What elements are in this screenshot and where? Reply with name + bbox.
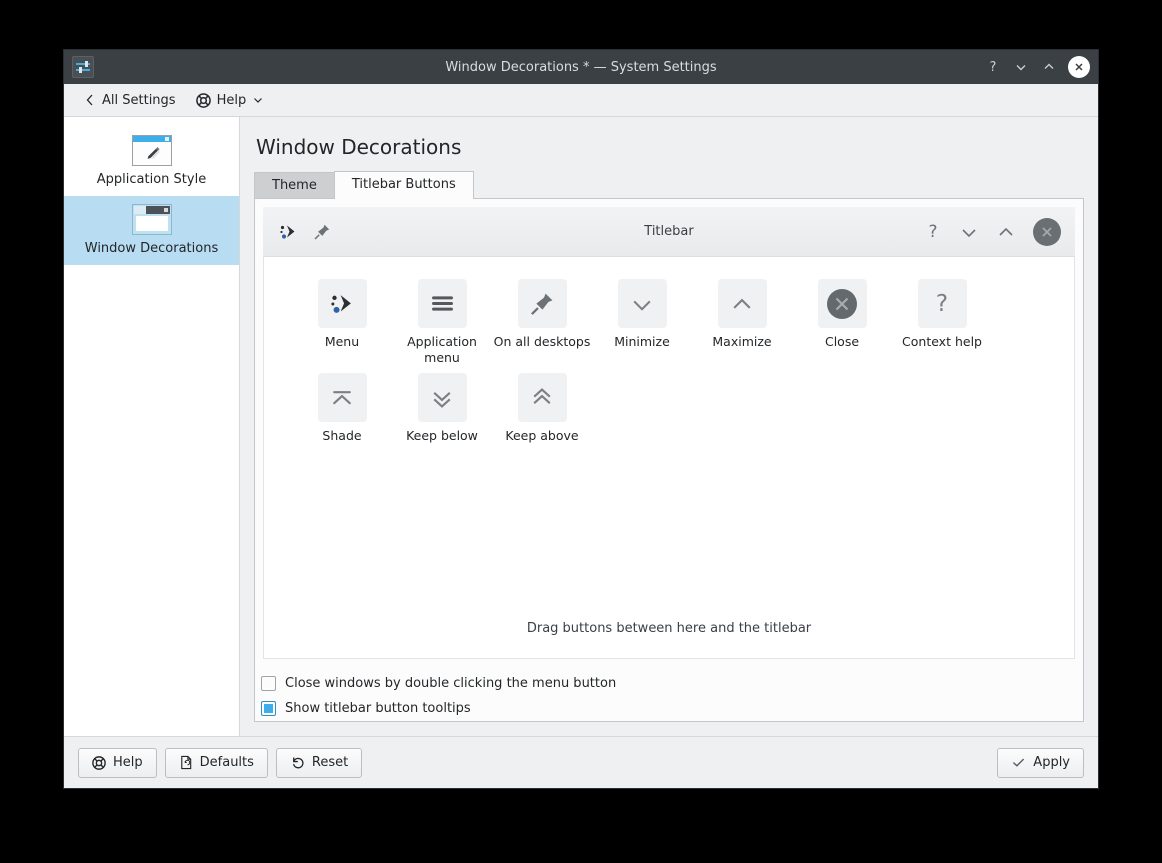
- reset-button[interactable]: Reset: [275, 747, 363, 778]
- palette-item-menu[interactable]: Menu: [292, 279, 392, 365]
- titlebar-left-buttons: [277, 221, 331, 243]
- option-close-on-double-click[interactable]: Close windows by double clicking the men…: [261, 671, 1081, 696]
- application-menu-icon: [417, 279, 467, 328]
- apply-button-label: Apply: [1033, 755, 1070, 770]
- menu-icon[interactable]: [277, 221, 299, 243]
- window-maximize-icon[interactable]: [1040, 58, 1058, 76]
- chevron-down-icon: [617, 279, 667, 328]
- palette-item-label: Application menu: [407, 334, 477, 365]
- checkmark-icon: [1011, 755, 1026, 770]
- tab-theme[interactable]: Theme: [254, 172, 335, 199]
- checkbox[interactable]: [261, 676, 276, 691]
- all-settings-button[interactable]: All Settings: [76, 89, 184, 112]
- palette-row: Shade Keep below Keep above: [292, 373, 1046, 452]
- question-mark-icon: ?: [917, 279, 967, 328]
- window-help-icon[interactable]: ?: [984, 58, 1002, 76]
- app-toolbar: All Settings Help: [64, 84, 1098, 117]
- document-revert-icon: [179, 755, 193, 770]
- palette-item-keep-below[interactable]: Keep below: [392, 373, 492, 444]
- tab-label: Titlebar Buttons: [351, 177, 456, 192]
- settings-sidebar: Application Style Window Decorations: [64, 117, 240, 736]
- application-style-icon: [131, 135, 172, 166]
- chevron-up-icon: [717, 279, 767, 328]
- palette-item-application-menu[interactable]: Application menu: [392, 279, 492, 365]
- palette-item-label: On all desktops: [493, 334, 591, 349]
- options-group: Close windows by double clicking the men…: [255, 667, 1083, 721]
- system-settings-window: Window Decorations * — System Settings ?…: [64, 50, 1098, 788]
- defaults-button-label: Defaults: [199, 755, 254, 770]
- double-chevron-down-icon: [417, 373, 467, 423]
- palette-item-keep-above[interactable]: Keep above: [492, 373, 592, 444]
- window-close-icon[interactable]: [1068, 56, 1090, 78]
- palette-item-label: Shade: [322, 428, 362, 444]
- sidebar-item-label: Application Style: [96, 172, 207, 187]
- sidebar-item-label: Window Decorations: [84, 241, 219, 256]
- all-settings-label: All Settings: [102, 92, 176, 108]
- tab-label: Theme: [272, 178, 317, 193]
- titlebar-preview[interactable]: Titlebar ?: [263, 207, 1075, 257]
- defaults-button[interactable]: Defaults: [164, 747, 268, 778]
- page-title: Window Decorations: [256, 135, 462, 159]
- lifebuoy-icon: [92, 755, 106, 770]
- palette-item-context-help[interactable]: ? Context help: [892, 279, 992, 365]
- reset-button-label: Reset: [311, 755, 349, 770]
- chevron-left-icon: [84, 93, 96, 107]
- svg-text:?: ?: [936, 291, 948, 317]
- maximize-icon[interactable]: [996, 222, 1016, 242]
- option-show-tooltips[interactable]: Show titlebar button tooltips: [261, 696, 1081, 721]
- tab-bar: Theme Titlebar Buttons: [254, 171, 1084, 199]
- shade-icon: [317, 373, 367, 423]
- tab-titlebar-buttons[interactable]: Titlebar Buttons: [333, 171, 474, 199]
- help-menu-label: Help: [216, 92, 247, 108]
- menu-icon: [317, 279, 367, 328]
- titlebar-buttons-panel: Titlebar ? Menu Application menu On all …: [254, 199, 1084, 722]
- svg-text:?: ?: [928, 222, 937, 242]
- palette-item-label: Context help: [902, 334, 982, 349]
- palette-item-close[interactable]: Close: [792, 279, 892, 365]
- help-menu-button[interactable]: Help: [188, 89, 273, 112]
- window-controls: ?: [984, 56, 1090, 78]
- option-label: Close windows by double clicking the men…: [285, 676, 617, 691]
- palette-item-maximize[interactable]: Maximize: [692, 279, 792, 365]
- lifebuoy-icon: [195, 92, 211, 108]
- option-label: Show titlebar button tooltips: [285, 701, 471, 716]
- window-title: Window Decorations * — System Settings: [445, 59, 717, 75]
- dialog-button-bar: Help Defaults Reset Apply: [64, 736, 1098, 788]
- help-button-label: Help: [113, 755, 143, 770]
- window-body: Application Style Window Decorations Win…: [64, 117, 1098, 736]
- palette-item-label: Maximize: [712, 334, 772, 349]
- drag-hint-text: Drag buttons between here and the titleb…: [526, 621, 812, 636]
- sidebar-item-application-style[interactable]: Application Style: [64, 127, 239, 196]
- undo-arrow-icon: [290, 755, 305, 770]
- minimize-icon[interactable]: [959, 222, 979, 242]
- close-icon[interactable]: [1033, 217, 1061, 246]
- window-titlebar[interactable]: Window Decorations * — System Settings ?: [64, 50, 1098, 84]
- checkbox[interactable]: [261, 701, 276, 716]
- palette-row: Menu Application menu On all desktops Mi…: [292, 279, 1046, 373]
- palette-item-label: Menu: [324, 334, 360, 349]
- palette-item-label: Keep below: [406, 428, 478, 444]
- sidebar-item-window-decorations[interactable]: Window Decorations: [64, 196, 239, 265]
- palette-item-shade[interactable]: Shade: [292, 373, 392, 444]
- palette-item-on-all-desktops[interactable]: On all desktops: [492, 279, 592, 365]
- palette-item-label: Close: [824, 334, 860, 349]
- double-chevron-up-icon: [517, 373, 567, 423]
- help-button[interactable]: Help: [78, 747, 157, 778]
- window-minimize-icon[interactable]: [1012, 58, 1030, 76]
- button-palette[interactable]: Menu Application menu On all desktops Mi…: [263, 257, 1075, 659]
- apply-button[interactable]: Apply: [997, 747, 1084, 778]
- titlebar-right-buttons: ?: [924, 217, 1061, 246]
- palette-item-label: Keep above: [505, 428, 579, 444]
- pin-icon[interactable]: [313, 223, 331, 241]
- settings-sliders-icon: [72, 56, 94, 78]
- svg-text:?: ?: [990, 60, 997, 74]
- palette-item-minimize[interactable]: Minimize: [592, 279, 692, 365]
- palette-item-label: Minimize: [614, 334, 670, 349]
- close-circle-icon: [817, 279, 867, 328]
- main-content: Window Decorations Theme Titlebar Button…: [240, 117, 1098, 736]
- context-help-icon[interactable]: ?: [924, 222, 942, 242]
- pin-icon: [517, 279, 567, 328]
- window-decorations-icon: [131, 204, 172, 235]
- chevron-down-icon: [252, 94, 264, 106]
